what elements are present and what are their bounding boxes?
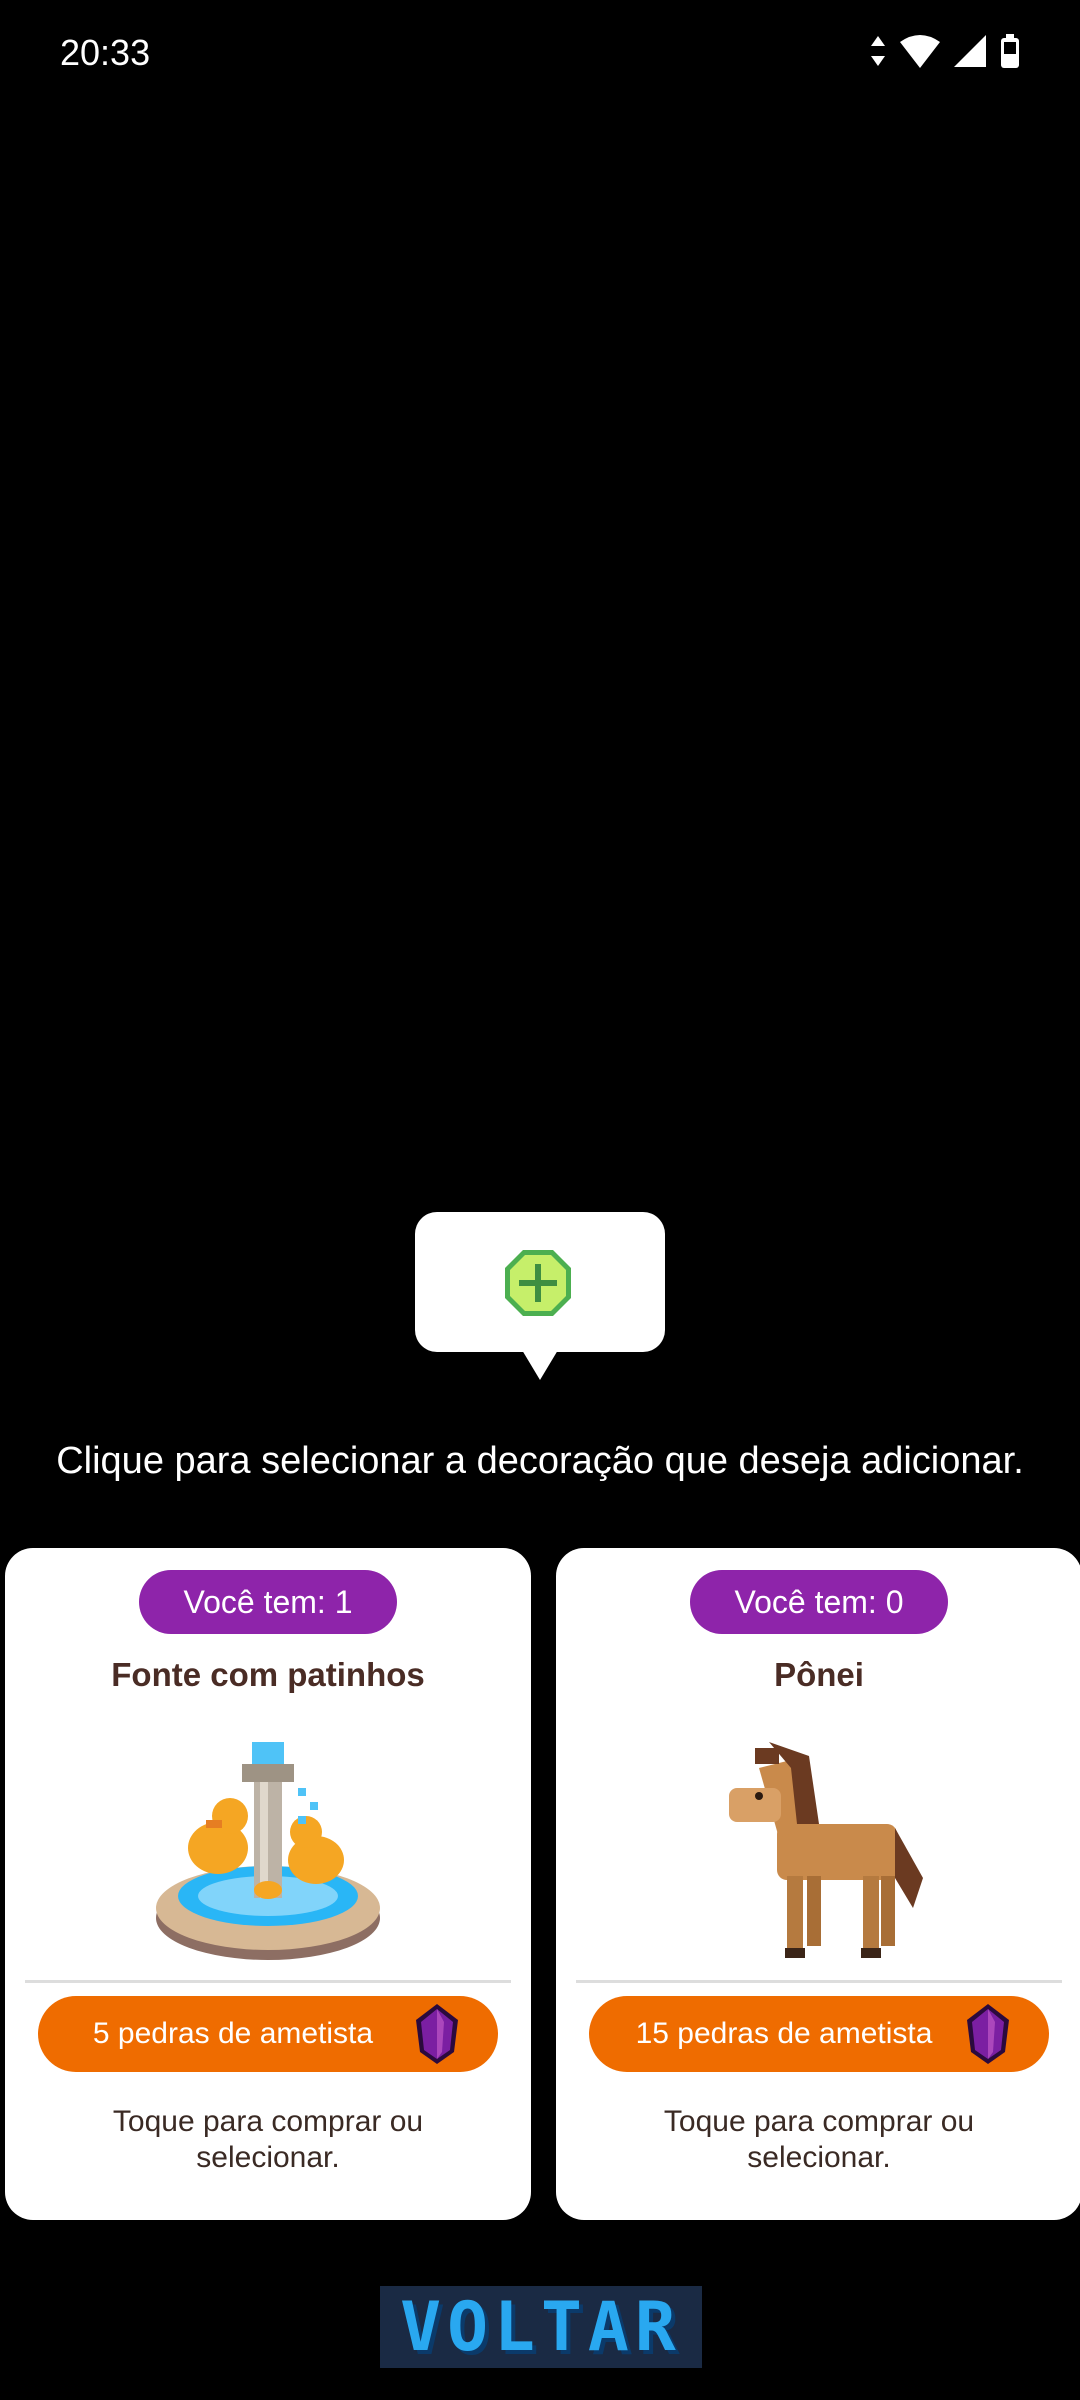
tooltip-tail [522,1350,558,1380]
price-label: 5 pedras de ametista [92,2017,374,2050]
decoration-card-pony[interactable]: Você tem: 0 Pônei 15 pedras de ametista [556,1548,1080,2220]
card-hint: Toque para comprar ou selecionar. [663,2105,975,2174]
add-decoration-tooltip[interactable] [415,1212,665,1352]
status-icons [870,34,1020,73]
status-time: 20:33 [60,32,151,73]
owned-count-badge: Você tem: 1 [139,1570,397,1634]
add-icon[interactable] [503,1248,573,1318]
card-hint: Toque para comprar ou selecionar. [112,2105,424,2174]
battery-icon [1000,34,1020,73]
decoration-title: Pônei [774,1656,864,1693]
duck-fountain-image [148,1728,388,1968]
card-divider [576,1980,1062,1983]
price-label: 15 pedras de ametista [635,2017,933,2050]
wifi-icon [900,34,940,73]
signal-icon [954,35,986,72]
decoration-card-fountain[interactable]: Você tem: 1 Fonte com patinhos 5 pedras … [5,1548,531,2220]
back-button[interactable]: VOLTAR [380,2286,702,2368]
buy-button[interactable]: 5 pedras de ametista [38,1996,498,2072]
pony-image [699,1728,939,1968]
owned-count-badge: Você tem: 0 [690,1570,948,1634]
decoration-title: Fonte com patinhos [111,1656,425,1693]
amethyst-gem-icon [965,2002,1011,2066]
card-divider [25,1980,511,1983]
buy-button[interactable]: 15 pedras de ametista [589,1996,1049,2072]
status-bar: 20:33 [0,0,1080,110]
instruction-text: Clique para selecionar a decoração que d… [56,1440,1024,1482]
amethyst-gem-icon [414,2002,460,2066]
data-arrows-icon [870,36,886,71]
